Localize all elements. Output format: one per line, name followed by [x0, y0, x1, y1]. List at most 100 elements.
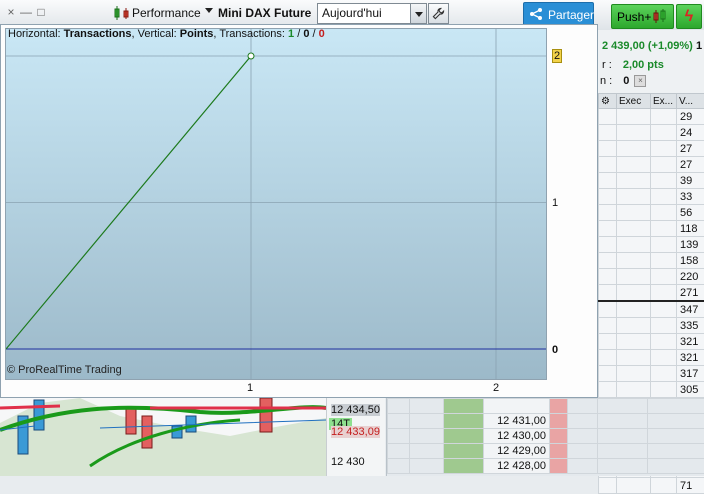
order-book-cell[interactable]: [444, 399, 484, 414]
table-cell: [617, 173, 651, 189]
order-book-cell[interactable]: [648, 444, 704, 459]
table-cell: [599, 141, 617, 157]
order-book-price[interactable]: 12 428,00: [484, 459, 550, 474]
order-book-cell[interactable]: [444, 444, 484, 459]
table-cell: [617, 141, 651, 157]
order-book-cell[interactable]: [598, 459, 648, 474]
table-cell: [651, 221, 677, 237]
order-book-cell[interactable]: [410, 399, 444, 414]
table-cell: [651, 253, 677, 269]
table-cell: [599, 253, 617, 269]
table-row: 321: [599, 350, 704, 366]
order-book-cell[interactable]: [444, 414, 484, 429]
price-change-extra: 1: [696, 40, 702, 52]
order-book-cell[interactable]: [388, 459, 410, 474]
table-cell: [599, 205, 617, 221]
instrument-name[interactable]: Mini DAX Future: [218, 6, 311, 20]
order-book-cell[interactable]: [648, 399, 704, 414]
price-axis: 12 434,50 14T 12 433,09 12 430: [326, 398, 385, 476]
order-book-cell[interactable]: [598, 444, 648, 459]
order-book-cell[interactable]: [410, 414, 444, 429]
header-separator: /: [294, 28, 303, 40]
column-header-ex[interactable]: Ex...: [651, 94, 677, 109]
order-book-cell[interactable]: [410, 429, 444, 444]
order-book-cell[interactable]: [388, 414, 410, 429]
order-book-cell[interactable]: [550, 444, 568, 459]
table-cell: [599, 189, 617, 205]
column-header-volume[interactable]: V...: [677, 94, 704, 109]
push-button[interactable]: Push+: [611, 4, 674, 29]
table-cell: [651, 285, 677, 302]
table-cell: [599, 285, 617, 302]
position-value: 0: [623, 75, 629, 87]
order-book-cell[interactable]: [388, 399, 410, 414]
share-label: Partager: [548, 8, 594, 22]
table-cell: [599, 382, 617, 398]
table-cell: [599, 237, 617, 253]
order-book-cell[interactable]: [388, 429, 410, 444]
order-book-cell[interactable]: [410, 459, 444, 474]
performance-chart-svg: [6, 29, 546, 379]
minimize-icon[interactable]: —: [20, 6, 32, 18]
order-book-cell[interactable]: [598, 414, 648, 429]
period-select[interactable]: Aujourd'hui: [317, 3, 427, 24]
order-book-cell[interactable]: [410, 444, 444, 459]
header-horizontal-prefix: Horizontal:: [8, 28, 64, 40]
order-book-price[interactable]: 12 431,00: [484, 414, 550, 429]
order-book-row[interactable]: 12 430,00: [388, 429, 704, 444]
order-book-cell[interactable]: [388, 444, 410, 459]
order-book-price[interactable]: 12 430,00: [484, 429, 550, 444]
order-book-cell[interactable]: [568, 414, 598, 429]
order-book-cell[interactable]: [568, 459, 598, 474]
column-header-exec[interactable]: Exec: [617, 94, 651, 109]
table-cell: [651, 382, 677, 398]
instrument-dropdown-arrow-icon[interactable]: [205, 8, 213, 13]
table-row: 317: [599, 366, 704, 382]
close-icon[interactable]: ×: [5, 6, 17, 18]
table-cell: [617, 237, 651, 253]
order-book-price[interactable]: [484, 399, 550, 414]
volume-cell: 27: [677, 157, 704, 173]
order-book-cell[interactable]: [444, 459, 484, 474]
table-row: 220: [599, 269, 704, 285]
order-book-cell[interactable]: [568, 399, 598, 414]
volume-cell: 24: [677, 125, 704, 141]
table-row: 39: [599, 173, 704, 189]
table-row: 158: [599, 253, 704, 269]
order-book-cell[interactable]: [550, 414, 568, 429]
order-book-cell[interactable]: [568, 444, 598, 459]
order-book-cell[interactable]: [648, 429, 704, 444]
table-cell: [651, 189, 677, 205]
volume-cell: 158: [677, 253, 704, 269]
chevron-down-icon[interactable]: [410, 4, 426, 23]
volume-cell: 33: [677, 189, 704, 205]
close-position-icon[interactable]: ×: [634, 75, 646, 87]
order-book-cell[interactable]: [550, 429, 568, 444]
table-cell: [651, 366, 677, 382]
table-cell: [599, 157, 617, 173]
order-book-row[interactable]: [388, 399, 704, 414]
table-cell: [617, 253, 651, 269]
quick-trade-button[interactable]: ϟ: [676, 4, 702, 29]
table-cell: [651, 141, 677, 157]
table-cell: [599, 269, 617, 285]
order-book-cell[interactable]: [598, 399, 648, 414]
order-book-price[interactable]: 12 429,00: [484, 444, 550, 459]
order-book-cell[interactable]: [550, 399, 568, 414]
order-book-cell[interactable]: [444, 429, 484, 444]
volume-cell: 71: [677, 478, 704, 494]
order-book-cell[interactable]: [568, 429, 598, 444]
order-book-row[interactable]: 12 431,00: [388, 414, 704, 429]
order-book-cell[interactable]: [648, 414, 704, 429]
order-book-cell[interactable]: [648, 459, 704, 474]
settings-icon[interactable]: ⚙: [599, 94, 617, 109]
maximize-icon[interactable]: □: [35, 6, 47, 18]
table-row: 305: [599, 382, 704, 398]
order-book-cell[interactable]: [598, 429, 648, 444]
order-book-cell[interactable]: [550, 459, 568, 474]
performance-label[interactable]: Performance: [132, 6, 201, 20]
settings-button[interactable]: [428, 3, 449, 24]
order-book-row[interactable]: 12 429,00: [388, 444, 704, 459]
wrench-icon: [432, 7, 445, 20]
order-book-row[interactable]: 12 428,00: [388, 459, 704, 474]
